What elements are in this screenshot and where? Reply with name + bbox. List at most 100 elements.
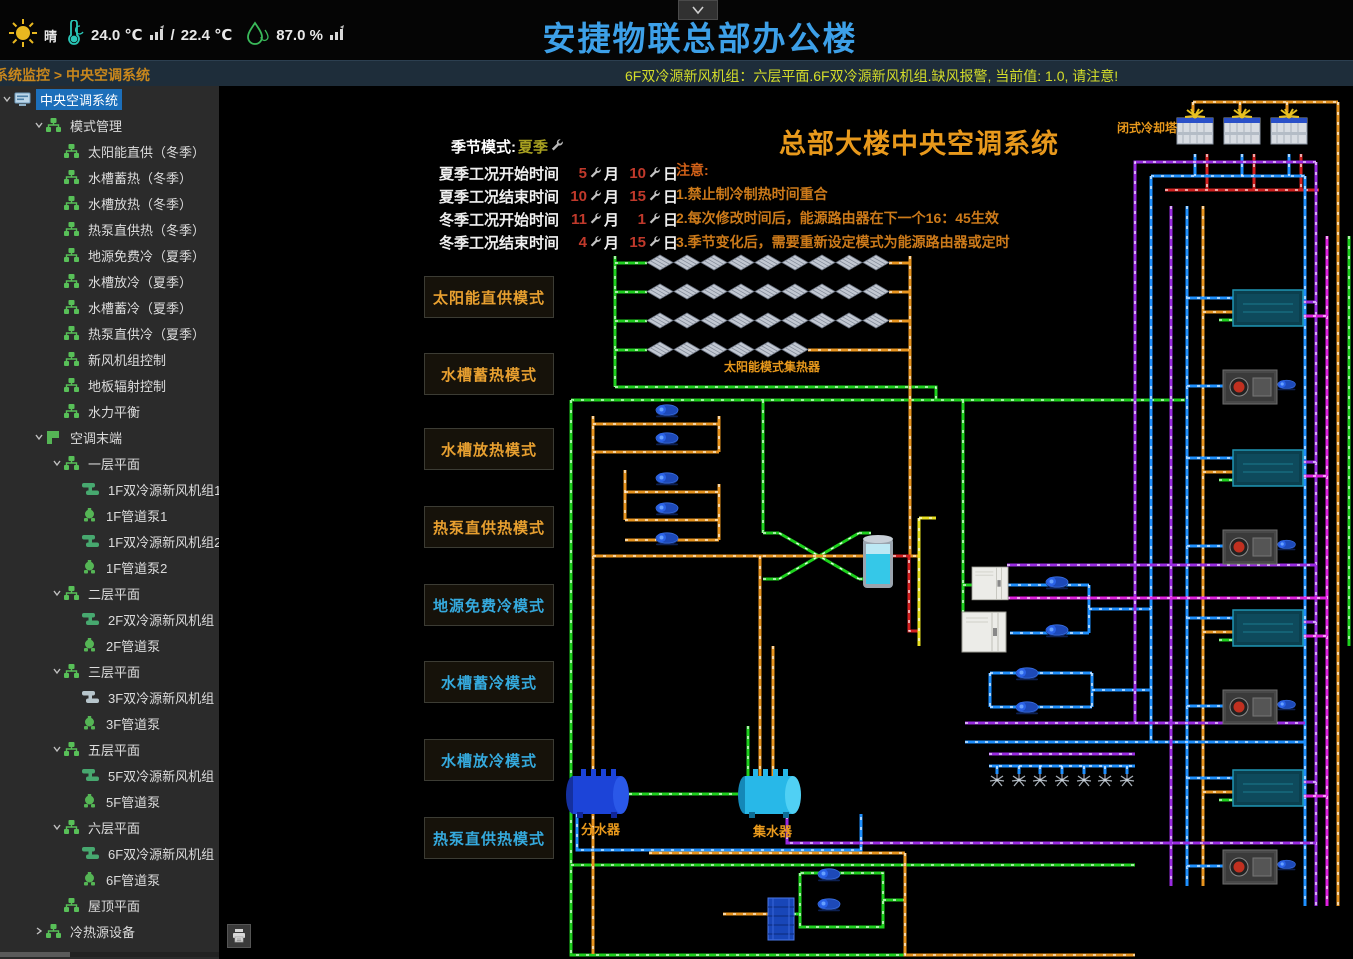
tree-item-25[interactable]: 五层平面: [0, 736, 219, 762]
schedule-month-value[interactable]: 5: [565, 165, 587, 182]
tree-item-13[interactable]: 空调末端: [0, 424, 219, 450]
tree-item-11[interactable]: 地板辐射控制: [0, 372, 219, 398]
tree-item-3[interactable]: 水槽蓄热（冬季）: [0, 164, 219, 190]
solar-panel[interactable]: [674, 342, 700, 357]
tree-item-32[interactable]: 冷热源设备: [0, 918, 219, 944]
cooling-tower-3[interactable]: [1271, 109, 1307, 144]
circulation-pump-4[interactable]: [656, 503, 678, 516]
ground-well-4[interactable]: [1055, 774, 1069, 786]
floor-pump-1[interactable]: [1278, 380, 1296, 390]
mode-button-3[interactable]: 热泵直供热模式: [424, 506, 554, 548]
tree-item-10[interactable]: 新风机组控制: [0, 346, 219, 372]
solar-panel[interactable]: [701, 313, 727, 328]
tree-item-28[interactable]: 六层平面: [0, 814, 219, 840]
mode-button-6[interactable]: 水槽放冷模式: [424, 739, 554, 781]
tree-item-2[interactable]: 太阳能直供（冬季）: [0, 138, 219, 164]
splitter-manifold[interactable]: [566, 769, 629, 818]
wrench-icon[interactable]: [648, 188, 660, 205]
solar-panel[interactable]: [755, 284, 781, 299]
circulation-pump-5[interactable]: [656, 533, 678, 546]
tree-item-22[interactable]: 三层平面: [0, 658, 219, 684]
solar-panel[interactable]: [755, 313, 781, 328]
breadcrumb[interactable]: 系统监控 > 中央空调系统: [0, 65, 150, 85]
chevron-down-icon[interactable]: [0, 94, 14, 104]
circulation-pump-3[interactable]: [656, 473, 678, 486]
tree-item-18[interactable]: 1F管道泵2: [0, 554, 219, 580]
tree-item-27[interactable]: 5F管道泵: [0, 788, 219, 814]
heat-pump-unit-a[interactable]: [972, 567, 1008, 600]
tree-item-8[interactable]: 水槽蓄冷（夏季）: [0, 294, 219, 320]
wrench-icon[interactable]: [589, 211, 601, 228]
hx-pump-2[interactable]: [818, 899, 840, 912]
pulldown-tab[interactable]: [678, 0, 718, 20]
solar-panel[interactable]: [647, 284, 673, 299]
plate-heat-exchanger[interactable]: [768, 898, 794, 940]
floor-ahu-2[interactable]: [1223, 530, 1277, 564]
chiller-pump-2[interactable]: [1046, 625, 1068, 638]
solar-panel[interactable]: [647, 342, 673, 357]
solar-panel[interactable]: [701, 255, 727, 270]
cooling-tower-2[interactable]: [1224, 109, 1260, 144]
collector-manifold[interactable]: [738, 769, 801, 818]
floor-pump-4[interactable]: [1278, 860, 1296, 870]
tree-item-23[interactable]: 3F双冷源新风机组: [0, 684, 219, 710]
alarm-message[interactable]: 6F双冷源新风机组：六层平面.6F双冷源新风机组.缺风报警, 当前值: 1.0,…: [625, 66, 1118, 86]
wrench-icon[interactable]: [648, 234, 660, 251]
solar-panel[interactable]: [809, 255, 835, 270]
schedule-month-value[interactable]: 4: [565, 234, 587, 251]
chevron-down-icon[interactable]: [50, 666, 64, 676]
solar-panel[interactable]: [674, 284, 700, 299]
solar-panel[interactable]: [809, 284, 835, 299]
tree-item-9[interactable]: 热泵直供冷（夏季）: [0, 320, 219, 346]
tree-item-24[interactable]: 3F管道泵: [0, 710, 219, 736]
solar-panel[interactable]: [863, 255, 889, 270]
schedule-month-value[interactable]: 10: [565, 188, 587, 205]
circulation-pump-1[interactable]: [656, 405, 678, 418]
solar-panel[interactable]: [647, 313, 673, 328]
floor-ahu-3[interactable]: [1223, 690, 1277, 724]
schedule-day-value[interactable]: 10: [624, 165, 646, 182]
solar-panel[interactable]: [728, 255, 754, 270]
wrench-icon[interactable]: [589, 165, 601, 182]
wrench-icon[interactable]: [589, 188, 601, 205]
tree-item-15[interactable]: 1F双冷源新风机组1: [0, 476, 219, 502]
schedule-day-value[interactable]: 15: [624, 234, 646, 251]
solar-panel[interactable]: [755, 342, 781, 357]
floor-ahu-1[interactable]: [1223, 370, 1277, 404]
schedule-day-value[interactable]: 15: [624, 188, 646, 205]
floor-radiant-unit-1[interactable]: [1233, 290, 1303, 326]
tree-item-6[interactable]: 地源免费冷（夏季）: [0, 242, 219, 268]
print-button[interactable]: [227, 924, 251, 948]
wrench-icon[interactable]: [589, 234, 601, 251]
wrench-icon[interactable]: [648, 211, 660, 228]
solar-panel[interactable]: [809, 313, 835, 328]
chiller-pump-1[interactable]: [1046, 577, 1068, 590]
floor-radiant-unit-2[interactable]: [1233, 450, 1303, 486]
solar-panel[interactable]: [782, 313, 808, 328]
tree-item-17[interactable]: 1F双冷源新风机组2: [0, 528, 219, 554]
solar-panel[interactable]: [836, 255, 862, 270]
tree-item-29[interactable]: 6F双冷源新风机组: [0, 840, 219, 866]
solar-panel[interactable]: [674, 313, 700, 328]
chevron-right-icon[interactable]: [32, 926, 46, 936]
mode-button-5[interactable]: 水槽蓄冷模式: [424, 661, 554, 703]
solar-panel[interactable]: [674, 255, 700, 270]
solar-panel[interactable]: [782, 342, 808, 357]
floor-ahu-4[interactable]: [1223, 850, 1277, 884]
ground-well-3[interactable]: [1033, 774, 1047, 786]
tree-item-12[interactable]: 水力平衡: [0, 398, 219, 424]
chevron-down-icon[interactable]: [32, 120, 46, 130]
tree-item-20[interactable]: 2F双冷源新风机组: [0, 606, 219, 632]
ground-well-2[interactable]: [1012, 774, 1026, 786]
wrench-icon[interactable]: [648, 165, 660, 182]
solar-panel[interactable]: [647, 255, 673, 270]
sidebar-scrollbar[interactable]: [0, 952, 219, 957]
solar-panel[interactable]: [701, 342, 727, 357]
solar-panel[interactable]: [836, 313, 862, 328]
loop-pump-2[interactable]: [1016, 702, 1038, 715]
tree-item-16[interactable]: 1F管道泵1: [0, 502, 219, 528]
tree-item-7[interactable]: 水槽放冷（夏季）: [0, 268, 219, 294]
floor-radiant-unit-3[interactable]: [1233, 610, 1303, 646]
solar-panel[interactable]: [782, 284, 808, 299]
ground-well-1[interactable]: [990, 774, 1004, 786]
